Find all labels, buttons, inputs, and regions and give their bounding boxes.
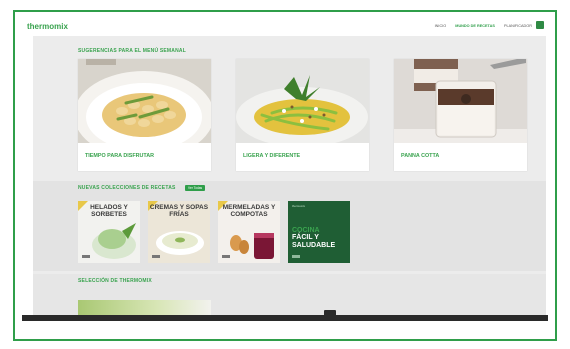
recipe-image-gnocchi: [78, 59, 211, 143]
recipe-card-ligera[interactable]: LIGERA Y DIFERENTE: [236, 59, 369, 171]
new-collections-section: NUEVAS COLECCIONES DE RECETAS Ver Todas …: [33, 181, 546, 271]
section-title-selection: SELECCIÓN DE THERMOMIX: [78, 278, 152, 284]
collection-title: HELADOS Y SORBETES: [90, 204, 128, 218]
tile-brand: thermomix: [292, 204, 306, 208]
top-navigation: thermomix INICIO MUNDO DE RECETAS PLANIF…: [22, 14, 548, 34]
recipe-image-zucchini: [236, 59, 369, 143]
tile-title-line2: FÁCIL Y SALUDABLE: [292, 234, 336, 249]
main-nav: INICIO MUNDO DE RECETAS PLANIFICADOR: [427, 24, 532, 28]
collection-tile-helados[interactable]: HELADOS Y SORBETES: [78, 201, 140, 263]
tile-title-line1: COCINA: [292, 227, 320, 234]
view-all-badge[interactable]: Ver Todas: [185, 185, 206, 191]
selection-card-preview[interactable]: [78, 300, 211, 315]
collection-title: MERMELADAS Y COMPOTAS: [222, 204, 276, 218]
collection-tile-mermeladas[interactable]: MERMELADAS Y COMPOTAS: [218, 201, 280, 263]
recipe-card-caption: PANNA COTTA: [401, 153, 440, 159]
collection-tile-cremas[interactable]: CREMAS Y SOPAS FRÍAS: [148, 201, 210, 263]
bottom-toolbar: [22, 315, 548, 321]
nav-item-planificador[interactable]: PLANIFICADOR: [504, 24, 532, 28]
nav-item-inicio[interactable]: INICIO: [435, 24, 447, 28]
collection-tile-cocina[interactable]: thermomix COCINA FÁCIL Y SALUDABLE: [288, 201, 350, 263]
recipe-image-panna-cotta: [394, 59, 527, 143]
nav-item-mundo-de-recetas[interactable]: MUNDO DE RECETAS: [455, 24, 495, 28]
recipe-card-panna-cotta[interactable]: PANNA COTTA: [394, 59, 527, 171]
weekly-menu-section: SUGERENCIAS PARA EL MENÚ SEMANAL TIEMPO …: [33, 36, 546, 178]
section-title-new-collections: NUEVAS COLECCIONES DE RECETAS: [78, 185, 176, 191]
collection-title: CREMAS Y SOPAS FRÍAS: [149, 204, 209, 218]
recipe-card-caption: LIGERA Y DIFERENTE: [243, 153, 301, 159]
thermomix-logo[interactable]: thermomix: [27, 22, 68, 31]
recipe-card-caption: TIEMPO PARA DISFRUTAR: [85, 153, 155, 159]
section-title-weekly-menu: SUGERENCIAS PARA EL MENÚ SEMANAL: [78, 48, 186, 54]
tile-tag: [292, 255, 300, 258]
recipe-card-tiempo[interactable]: TIEMPO PARA DISFRUTAR: [78, 59, 211, 171]
main-content: SUGERENCIAS PARA EL MENÚ SEMANAL TIEMPO …: [33, 36, 546, 315]
user-menu-icon[interactable]: [536, 21, 544, 29]
thermomix-selection-section: SELECCIÓN DE THERMOMIX: [33, 274, 546, 315]
